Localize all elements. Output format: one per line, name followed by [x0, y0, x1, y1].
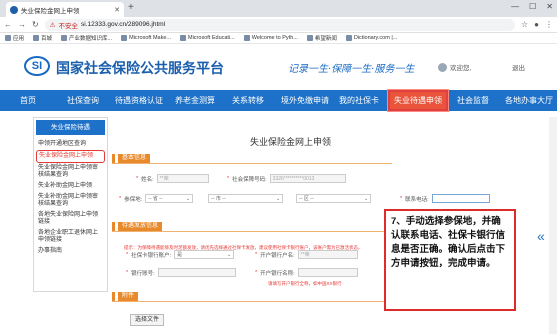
chevron-down-icon: ⌄: [226, 251, 232, 258]
close-window-icon[interactable]: ✕: [546, 2, 553, 11]
maximize-icon[interactable]: ☐: [529, 2, 536, 11]
district-select[interactable]: -- 区 -- ⌄: [296, 194, 372, 203]
bookmark-icon: [345, 35, 352, 41]
bookmark-icon: [121, 35, 128, 41]
bookmark-item[interactable]: Dictionary.com |...: [345, 35, 397, 41]
address-input[interactable]: ⚠ 不安全 si.12333.gov.cn/289096.jhtml: [44, 18, 515, 31]
province-select[interactable]: -- 省 -- ⌄: [145, 194, 194, 203]
page-title: 失业保险金网上申领: [250, 137, 332, 147]
bookmark-item[interactable]: Welcome to Pyth...: [243, 35, 298, 41]
instruction-callout: 7、手动选择参保地，并确认联系电话、社保卡银行信息是否正确。确认后点击下方申请按…: [384, 209, 516, 311]
bookmark-item[interactable]: 希望新闻: [306, 34, 337, 42]
sidebar-title: 失业保险待遇: [36, 120, 105, 135]
double-chevron-left-icon[interactable]: «: [537, 228, 545, 244]
nav-query[interactable]: 社保查询: [67, 90, 99, 111]
nav-supervision[interactable]: 社会监督: [457, 90, 489, 111]
bookmark-item[interactable]: 应用: [5, 34, 24, 42]
bank-name-field: [297, 268, 358, 277]
sidebar-item-guide[interactable]: 办事指南: [34, 246, 107, 257]
choose-file-button[interactable]: 选择文件: [130, 314, 165, 326]
sidebar-item-apply[interactable]: 失业保险金网上申领: [36, 150, 105, 163]
site-title: 国家社会保险公共服务平台: [56, 60, 224, 76]
nav-pension-calc[interactable]: 养老金测算: [175, 90, 215, 111]
not-secure-icon: ⚠: [49, 21, 56, 29]
nav-home[interactable]: 首页: [20, 90, 36, 111]
bookmark-icon: [33, 35, 40, 41]
bank-account-type-select[interactable]: 是 ⌄: [174, 250, 235, 259]
chevron-down-icon: ⌄: [275, 195, 281, 202]
bookmark-icon: [306, 35, 313, 41]
chevron-down-icon: ⌄: [185, 195, 191, 202]
bank-name-hint: 请填写开户银行全称，如中国XX银行: [268, 281, 342, 286]
main-nav: 首页 社保查询 待遇资格认证 养老金测算 关系转移 境外免缴申请 我的社保卡 失…: [0, 90, 557, 111]
name-row: * 姓名: **荣: [136, 174, 209, 183]
city-select[interactable]: -- 市 -- ⌄: [208, 194, 284, 203]
forward-icon[interactable]: →: [18, 20, 26, 29]
close-tab-icon[interactable]: ✕: [114, 6, 120, 14]
sidebar-item-subsidy[interactable]: 失业补助金网上申领: [34, 181, 107, 192]
user-welcome: 欢迎您,: [438, 62, 471, 72]
name-field: **荣: [156, 174, 209, 183]
bookmark-icon: [180, 35, 186, 41]
sidebar: 失业保险待遇 申领开通地区查询 失业保险金网上申领 失业保险金网上申领审核结果查…: [33, 117, 108, 292]
apps-icon: [5, 35, 11, 41]
back-icon[interactable]: ←: [4, 20, 12, 29]
sidebar-item-local-links[interactable]: 各地失业保险网上申领链接: [34, 210, 107, 228]
id-row: * 社会保障号码: 3326**********0013: [227, 174, 346, 183]
browser-tab[interactable]: 失业保险金网上申领 ✕: [6, 2, 124, 17]
sidebar-item-subsidy-result[interactable]: 失业补助金网上申领审核结果查询: [34, 192, 107, 210]
tab-title: 失业保险金网上申领: [21, 7, 80, 15]
site-favicon-icon: [10, 5, 18, 14]
sidebar-item-apply-result[interactable]: 失业保险金网上申领审核结果查询: [34, 163, 107, 181]
bookmark-icon: [243, 35, 250, 41]
bookmark-item[interactable]: Microsoft Educati...: [180, 35, 235, 41]
bookmark-star-icon[interactable]: ☆: [521, 20, 528, 29]
welcome-text: 欢迎您,: [450, 65, 472, 72]
bookmark-item[interactable]: 产业数据知识库...: [61, 34, 112, 42]
account-name-row: * 开户银行户名: **荣: [255, 250, 358, 259]
insured-place-row: * 参保地: -- 省 -- ⌄ -- 市 -- ⌄ -- 区 -- ⌄: [119, 194, 372, 203]
nav-overseas-exemption[interactable]: 境外免缴申请: [281, 90, 329, 111]
bookmark-icon: [61, 35, 68, 41]
account-name-field: **荣: [297, 250, 358, 259]
sidebar-item-region-query[interactable]: 申领开通地区查询: [34, 139, 107, 150]
minimize-icon[interactable]: —: [511, 2, 519, 11]
id-field: 3326**********0013: [269, 174, 346, 183]
site-header: SI 国家社会保险公共服务平台 记录一生·保障一生·服务一生 欢迎您, 退出: [0, 44, 557, 90]
logout-link[interactable]: 退出: [512, 62, 525, 72]
page-scrollbar[interactable]: [549, 117, 557, 334]
reload-icon[interactable]: ↻: [32, 20, 39, 29]
bank-account-no-row: * 银行账号:: [126, 268, 236, 277]
bank-name-row: * 开户银行名称:: [255, 268, 358, 277]
sidebar-item-retirement-links[interactable]: 各地企业职工退休网上申领链接: [34, 228, 107, 246]
nav-my-card[interactable]: 我的社保卡: [339, 90, 379, 111]
avatar: [438, 62, 447, 72]
profile-icon[interactable]: ●: [534, 20, 539, 29]
window-controls: — ☐ ✕: [511, 2, 553, 11]
bank-account-no-field: [157, 268, 236, 277]
url-text: si.12333.gov.cn/289096.jhtml: [81, 21, 166, 28]
phone-row: * 联系电话:: [400, 194, 490, 203]
phone-input[interactable]: [431, 194, 490, 203]
address-bar-row: ← → ↻ ⚠ 不安全 si.12333.gov.cn/289096.jhtml…: [0, 17, 557, 33]
new-tab-button[interactable]: +: [128, 2, 134, 13]
site-slogan: 记录一生·保障一生·服务一生: [288, 64, 415, 75]
bank-account-type-row: * 社保卡银行账户: 是 ⌄: [126, 250, 235, 259]
menu-icon[interactable]: ⋮: [545, 20, 553, 29]
nav-transfer[interactable]: 关系转移: [232, 90, 264, 111]
nav-service-halls[interactable]: 各地办事大厅: [505, 90, 553, 111]
bookmark-item[interactable]: Microsoft Make...: [121, 35, 171, 41]
nav-qualification[interactable]: 待遇资格认证: [115, 90, 163, 111]
chevron-down-icon: ⌄: [363, 195, 369, 202]
security-label: 不安全: [58, 22, 79, 30]
si-logo: SI: [24, 56, 50, 76]
bookmarks-bar: 应用 百城 产业数据知识库... Microsoft Make... Micro…: [0, 33, 557, 44]
bookmark-item[interactable]: 百城: [33, 34, 52, 42]
browser-tab-strip: 失业保险金网上申领 ✕ + — ☐ ✕: [0, 0, 557, 17]
nav-unemployment[interactable]: 失业待遇申领: [388, 90, 448, 111]
